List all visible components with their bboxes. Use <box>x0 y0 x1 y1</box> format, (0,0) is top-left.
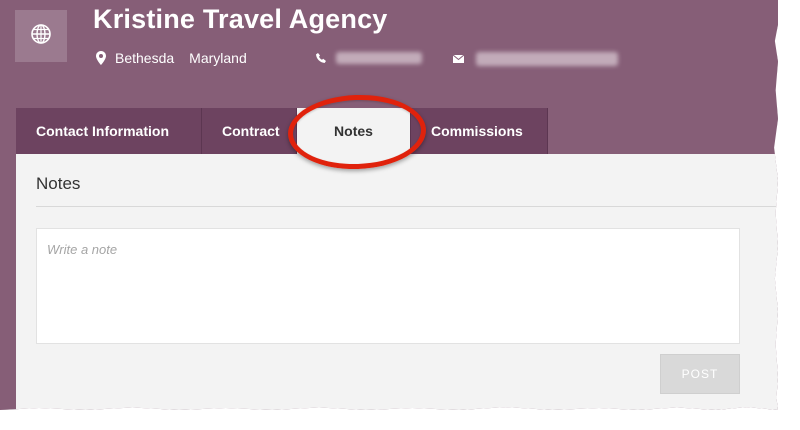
email-address-redacted <box>476 52 618 66</box>
location-state: Maryland <box>189 50 247 66</box>
tab-contact-information[interactable]: Contact Information <box>16 108 202 154</box>
phone-number-redacted <box>336 52 422 64</box>
email-info[interactable] <box>453 52 618 66</box>
location-city: Bethesda <box>115 50 175 66</box>
map-pin-icon <box>96 51 106 65</box>
tab-bar: Contact Information Contract Notes Commi… <box>16 108 548 154</box>
notes-panel: Notes POST <box>16 154 778 410</box>
notes-panel-title: Notes <box>36 174 81 193</box>
globe-icon <box>30 23 52 50</box>
note-input[interactable] <box>36 228 740 344</box>
location-info: Bethesda Maryland <box>96 50 247 66</box>
phone-icon <box>316 53 326 63</box>
divider <box>36 206 778 207</box>
tab-commissions[interactable]: Commissions <box>411 108 548 154</box>
tab-notes[interactable]: Notes <box>297 108 411 154</box>
app-window: Kristine Travel Agency Bethesda Maryland <box>0 0 778 410</box>
account-avatar <box>15 10 67 62</box>
post-button[interactable]: POST <box>660 354 740 394</box>
page-title: Kristine Travel Agency <box>93 4 388 34</box>
tab-contract[interactable]: Contract <box>202 108 297 154</box>
envelope-icon <box>453 55 464 63</box>
phone-info[interactable] <box>316 52 422 64</box>
